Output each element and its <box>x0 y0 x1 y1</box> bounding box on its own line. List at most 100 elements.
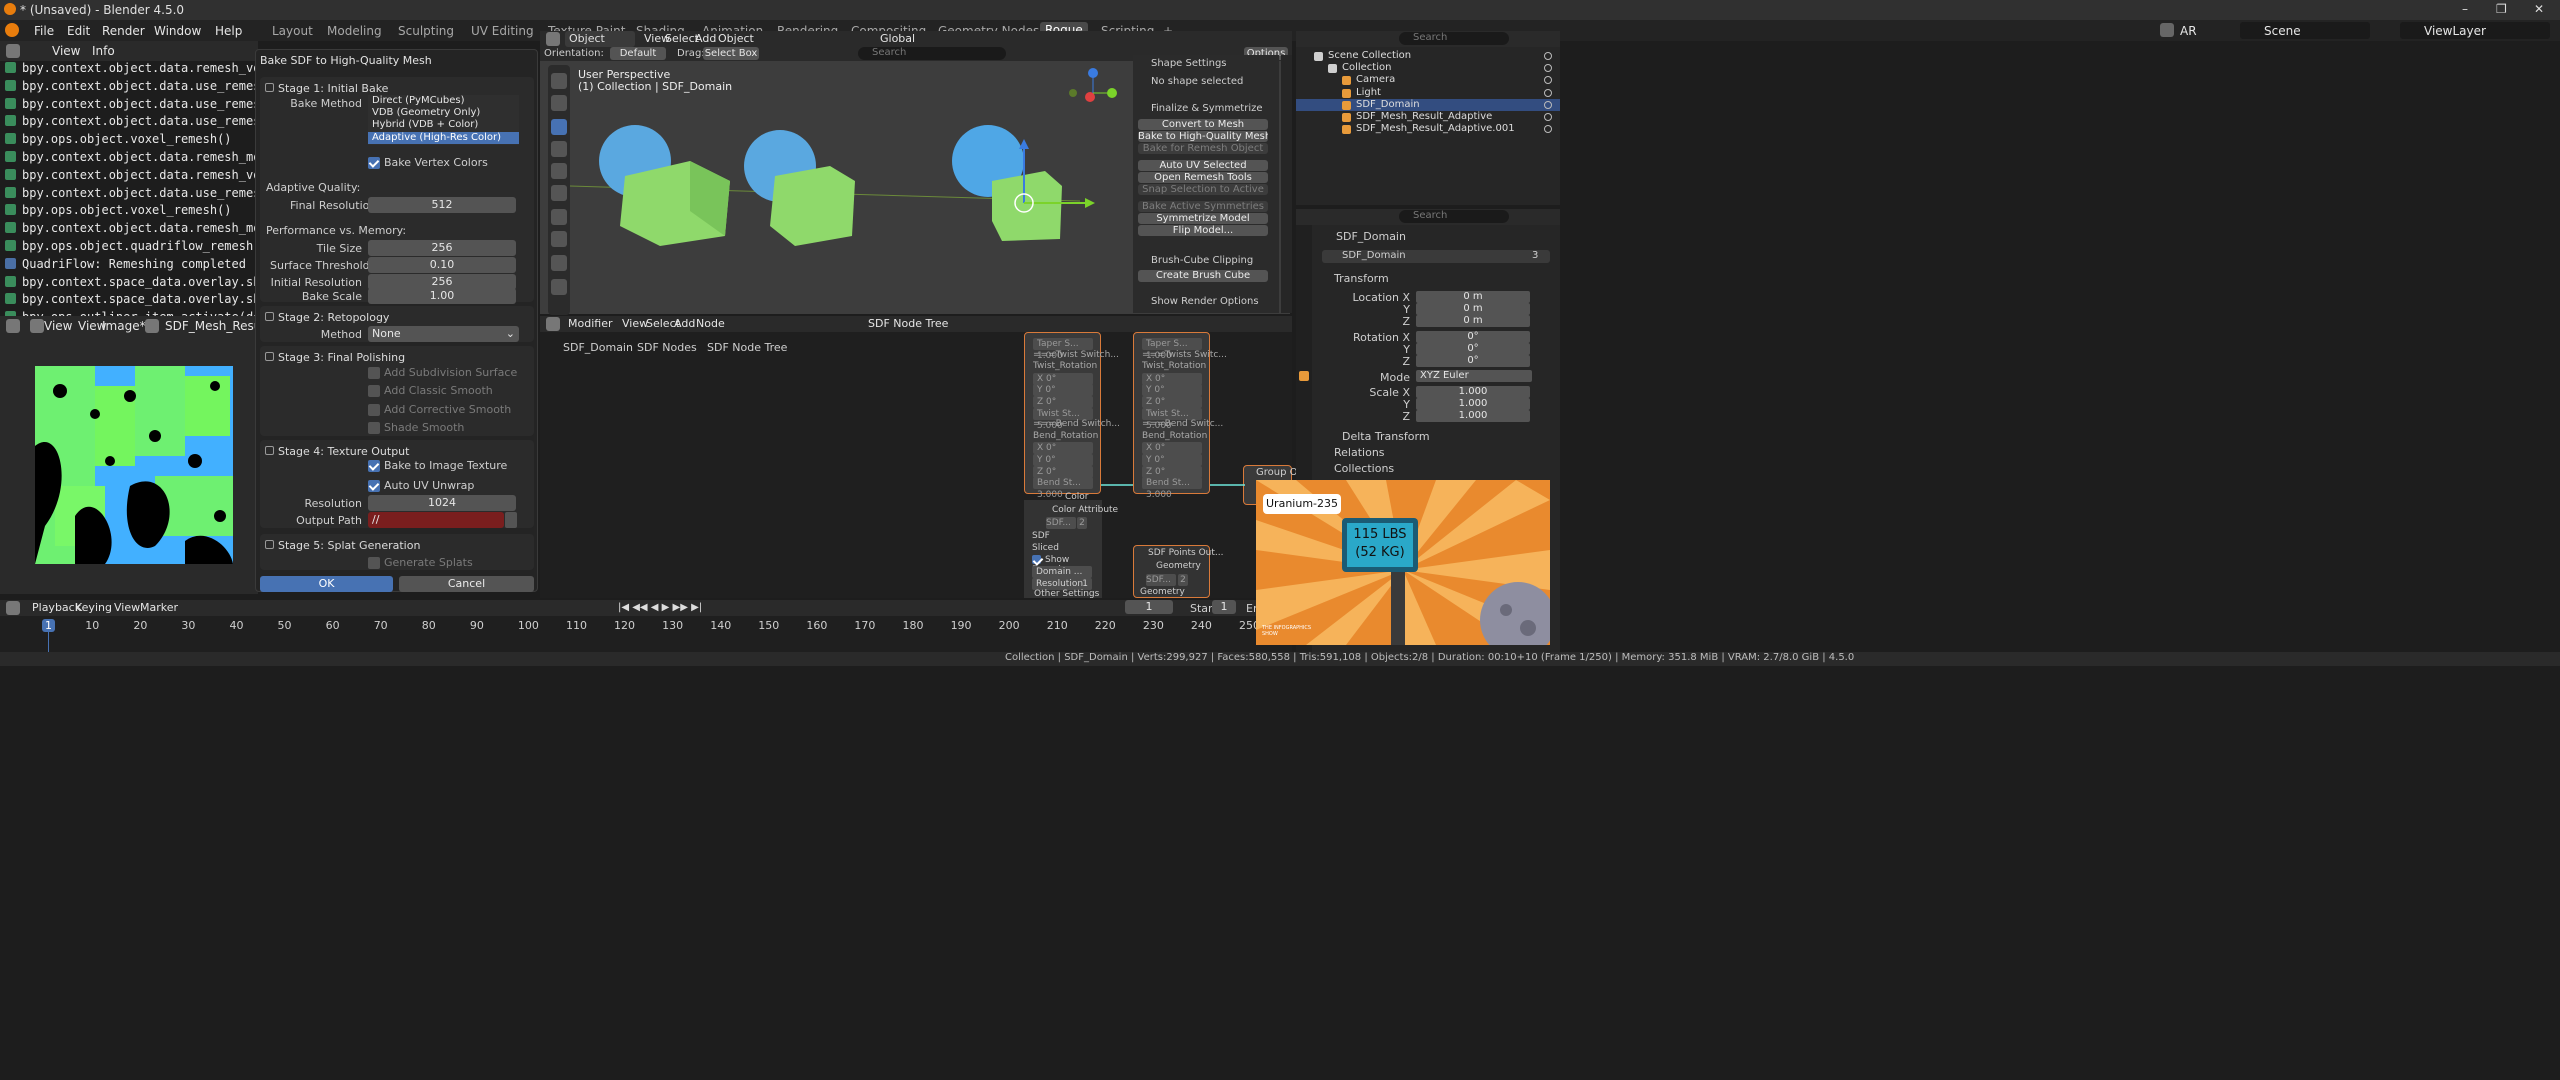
breadcrumb-domain[interactable]: SDF_Domain <box>563 341 633 354</box>
editor-type-icon[interactable] <box>546 317 560 331</box>
playhead[interactable] <box>48 630 49 652</box>
retopo-method-dropdown[interactable]: None ⌄ <box>368 326 519 342</box>
bake-scale-field[interactable]: 1.00 <box>368 288 516 304</box>
scene-selector[interactable] <box>2240 22 2370 39</box>
log-line[interactable]: bpy.context.object.data.use_remesh_fix_p… <box>0 186 258 204</box>
add-corrective-smooth-checkbox[interactable]: Add Corrective Smooth <box>368 403 511 416</box>
outliner-item[interactable]: Collection <box>1296 62 1560 74</box>
minimize-button[interactable]: – <box>2462 2 2468 16</box>
node-menu-view[interactable]: View <box>622 317 648 330</box>
timeline-track[interactable]: 1 10 20 30 40 50 60 70 80 90 100 110 120 130 140 150 160… <box>0 616 1292 652</box>
node-value-field[interactable]: Taper S... 1.000 <box>1033 338 1093 361</box>
marker-menu[interactable]: Marker <box>140 601 178 614</box>
log-line[interactable]: bpy.context.space_data.overlay.show_wire… <box>0 275 258 293</box>
object-properties-icon[interactable] <box>1299 371 1309 381</box>
log-line[interactable]: bpy.context.object.data.remesh_mode = 'Q… <box>0 221 258 239</box>
checkbox-icon[interactable] <box>368 385 380 397</box>
method-option-direct[interactable]: Direct (PyMCubes) <box>368 95 519 107</box>
menu-window[interactable]: Window <box>154 24 201 38</box>
editor-type-icon[interactable] <box>6 44 20 58</box>
node-value-field[interactable]: Y 0° <box>1142 384 1202 397</box>
symmetrize-model-button[interactable]: Symmetrize Model <box>1138 213 1268 224</box>
menu-render[interactable]: Render <box>102 24 145 38</box>
collapse-icon[interactable] <box>265 352 274 361</box>
ar-label[interactable]: AR <box>2180 24 2197 38</box>
visibility-eye-icon[interactable] <box>1544 100 1552 109</box>
auto-uv-checkbox[interactable]: Auto UV Unwrap <box>368 479 474 492</box>
viewport-menu-add[interactable]: Add <box>695 32 716 45</box>
tab-modeling[interactable]: Modeling <box>327 24 382 38</box>
node-menu-add[interactable]: Add <box>674 317 695 330</box>
collapse-icon[interactable] <box>265 446 274 455</box>
visibility-eye-icon[interactable] <box>1544 125 1552 134</box>
node-value-field[interactable]: Y 0° <box>1142 454 1202 466</box>
object-name-field[interactable]: SDF_Domain 3 <box>1322 250 1550 263</box>
domain-field[interactable]: Domain ... 1.000 <box>1032 566 1092 589</box>
checkbox-icon[interactable] <box>368 422 380 434</box>
rotation-z-field[interactable]: 0° <box>1416 355 1530 367</box>
twist-bend-node-1[interactable]: Taper S... 1.000 ===Twist Switch... Twist_… <box>1024 332 1120 500</box>
log-line[interactable]: bpy.context.object.data.use_remesh_fix_p… <box>0 114 258 132</box>
sdf-node[interactable]: Color Color Attribute SDF... 2 SDF Slice… <box>1024 492 1118 599</box>
collapse-icon[interactable] <box>265 312 274 321</box>
editor-type-icon[interactable] <box>6 601 20 615</box>
node-editor-type[interactable]: Modifier <box>568 317 612 330</box>
location-y-field[interactable]: 0 m <box>1416 303 1530 315</box>
flip-model-button[interactable]: Flip Model... <box>1138 225 1268 236</box>
tile-size-field[interactable]: 256 <box>368 240 516 256</box>
log-line[interactable]: bpy.ops.object.quadriflow_remesh() <box>0 239 258 257</box>
create-brush-cube-button[interactable]: Create Brush Cube <box>1138 270 1268 282</box>
mode-dropdown[interactable]: Object Mode <box>565 31 635 58</box>
outliner-search-input[interactable]: Search <box>1399 32 1509 45</box>
location-x-field[interactable]: 0 m <box>1416 291 1530 303</box>
output-path-field[interactable]: // <box>368 512 504 528</box>
image-name[interactable]: SDF_Mesh_Result_Adaptive <box>165 319 257 333</box>
menu-edit[interactable]: Edit <box>67 24 90 38</box>
node-value-field[interactable]: Z 0° <box>1142 465 1202 478</box>
start-frame-field[interactable]: 1 <box>1212 600 1236 614</box>
visibility-eye-icon[interactable] <box>1544 88 1552 97</box>
checkbox-icon[interactable] <box>368 404 380 416</box>
node-value-field[interactable]: Taper S... 1.000 <box>1142 338 1202 361</box>
info-menu-view[interactable]: View <box>52 44 80 58</box>
add-subsurf-checkbox[interactable]: Add Subdivision Surface <box>368 366 517 379</box>
playback-menu[interactable]: Playback <box>32 601 81 614</box>
log-line[interactable]: QuadriFlow: Remeshing completed <box>0 257 258 275</box>
image-editor-canvas[interactable] <box>0 336 258 594</box>
sdf-field[interactable]: SDF... <box>1046 517 1076 529</box>
delta-transform-section[interactable]: Delta Transform <box>1342 430 1430 443</box>
outliner-item[interactable]: Scene Collection <box>1296 50 1560 62</box>
outliner-item[interactable]: Camera <box>1296 74 1560 86</box>
info-menu-info[interactable]: Info <box>92 44 115 58</box>
bake-method-list[interactable]: Direct (PyMCubes) VDB (Geometry Only) Hy… <box>368 95 519 145</box>
rotation-y-field[interactable]: 0° <box>1416 343 1530 355</box>
bake-hq-mesh-button[interactable]: Bake to High-Quality Mesh <box>1138 131 1268 142</box>
ok-button[interactable]: OK <box>260 576 393 592</box>
transform-section[interactable]: Transform <box>1334 272 1389 285</box>
sdf-points-output-node[interactable]: SDF Points Out... Geometry SDF... 2 Geom… <box>1133 545 1223 598</box>
log-line[interactable]: bpy.context.object.data.use_remesh_fix_p… <box>0 79 258 97</box>
log-line[interactable]: bpy.context.space_data.overlay.show_wire… <box>0 292 258 310</box>
collapse-icon[interactable] <box>265 83 274 92</box>
scale-x-field[interactable]: 1.000 <box>1416 386 1530 398</box>
image-menu-image[interactable]: Image* <box>102 319 146 333</box>
image-menu-view[interactable]: View <box>44 319 72 333</box>
bake-active-symmetries-button[interactable]: Bake Active Symmetries <box>1138 201 1268 212</box>
node-value-field[interactable]: Y 0° <box>1033 384 1093 397</box>
checkbox-icon[interactable] <box>368 557 380 569</box>
node-value-field[interactable]: Twist St... 5.000 <box>1142 407 1202 431</box>
menu-file[interactable]: File <box>34 24 54 38</box>
folder-icon[interactable] <box>505 512 517 528</box>
checkbox-icon[interactable] <box>1032 555 1041 564</box>
tab-sculpting[interactable]: Sculpting <box>398 24 454 38</box>
final-resolution-field[interactable]: 512 <box>368 197 516 213</box>
node-value-field[interactable]: Z 0° <box>1142 396 1202 408</box>
checkbox-icon[interactable] <box>368 460 380 472</box>
visibility-eye-icon[interactable] <box>1544 113 1552 121</box>
snap-selection-button[interactable]: Snap Selection to Active <box>1138 184 1268 195</box>
open-remesh-tools-button[interactable]: Open Remesh Tools <box>1138 172 1268 183</box>
node-value-field[interactable]: Y 0° <box>1033 454 1093 466</box>
blender-menu-icon[interactable] <box>5 23 19 37</box>
rotation-x-field[interactable]: 0° <box>1416 331 1530 343</box>
menu-help[interactable]: Help <box>215 24 242 38</box>
